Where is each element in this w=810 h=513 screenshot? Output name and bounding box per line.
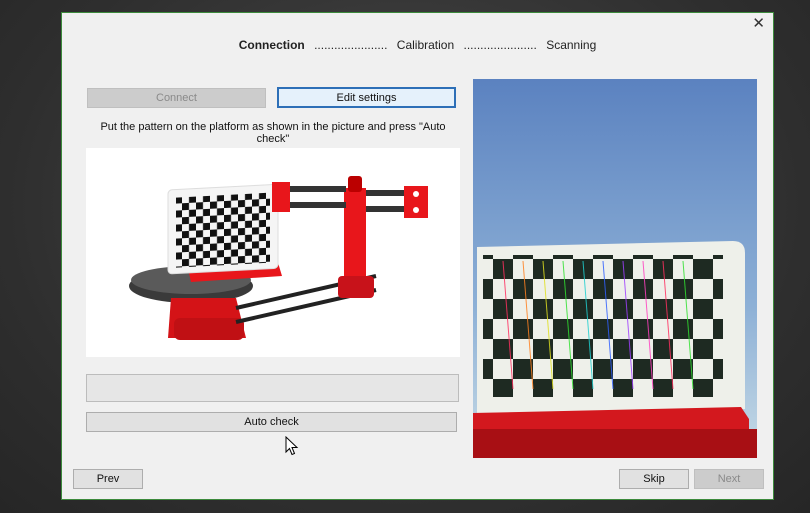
step-separator: ...................... (463, 38, 537, 52)
scanner-illustration (86, 148, 460, 357)
step-scanning: Scanning (546, 38, 597, 52)
wizard-dialog: ✕ Connection ...................... Cali… (61, 12, 774, 500)
camera-feed (473, 79, 757, 458)
instruction-text: Put the pattern on the platform as shown… (100, 121, 446, 145)
step-calibration: Calibration (396, 38, 455, 52)
wizard-steps: Connection ...................... Calibr… (62, 38, 773, 52)
prev-button[interactable]: Prev (73, 469, 143, 489)
progress-bar (86, 374, 459, 402)
step-connection: Connection (238, 38, 305, 52)
edit-settings-button[interactable]: Edit settings (277, 87, 456, 108)
next-button[interactable]: Next (694, 469, 764, 489)
close-icon[interactable]: ✕ (752, 16, 765, 32)
mouse-cursor-icon (285, 436, 299, 456)
auto-check-button[interactable]: Auto check (86, 412, 457, 432)
skip-button[interactable]: Skip (619, 469, 689, 489)
step-separator: ...................... (314, 38, 388, 52)
connect-button[interactable]: Connect (87, 88, 266, 108)
